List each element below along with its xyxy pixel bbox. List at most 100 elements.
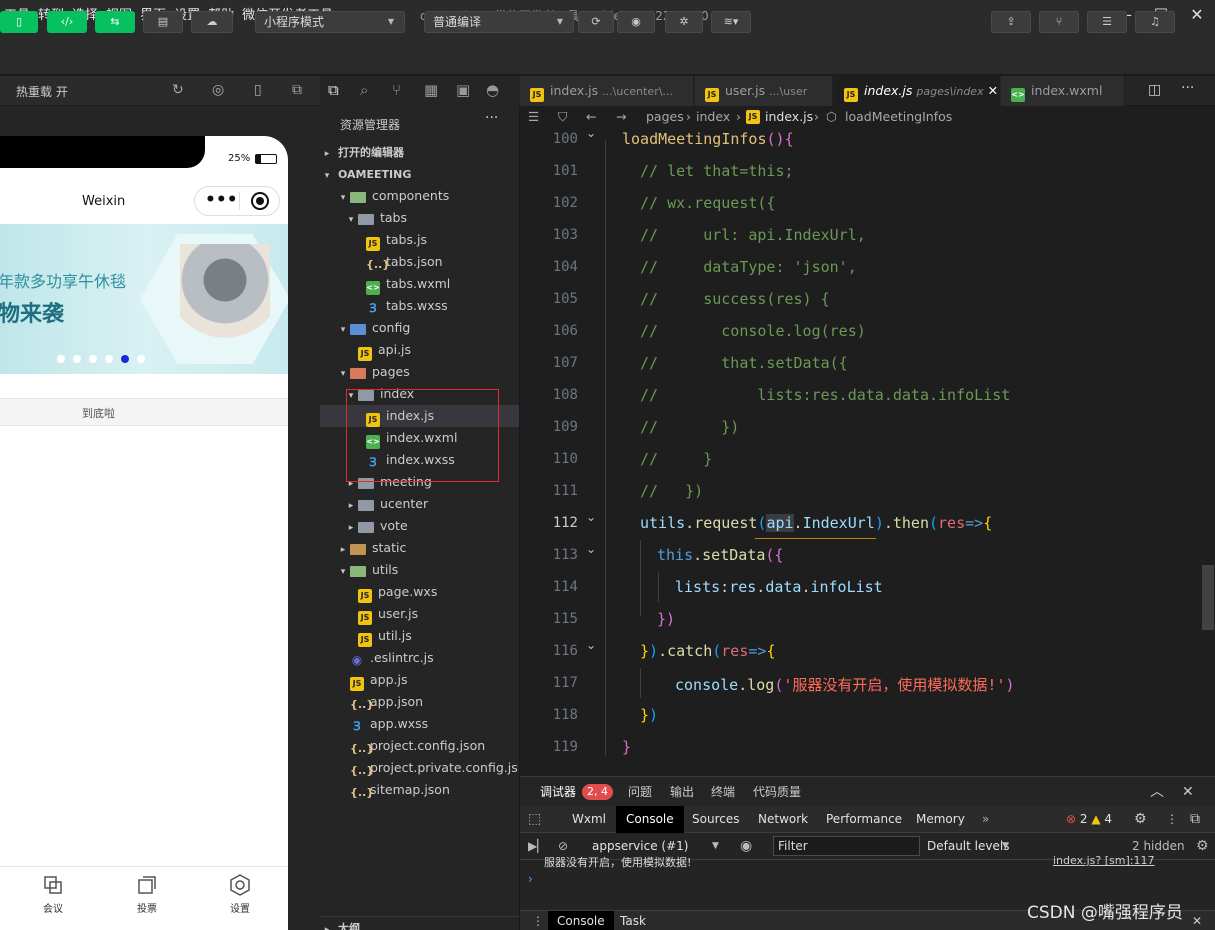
tree-file[interactable]: JS user.js (320, 603, 519, 625)
breadcrumb-index[interactable]: index (696, 106, 730, 128)
chevron-right-icon[interactable]: ▸ (344, 517, 358, 537)
swiper-dot[interactable] (137, 355, 145, 363)
tree-file[interactable]: {..}project.private.config.js... (320, 757, 519, 779)
eye-icon[interactable]: ◉ (740, 833, 752, 859)
tree-file[interactable]: {..}app.json (320, 691, 519, 713)
preview-icon[interactable]: ◉ (617, 11, 655, 33)
more-tabs-icon[interactable]: » (982, 806, 989, 833)
editor-scrollbar[interactable] (1200, 128, 1215, 776)
devtools-menu-icon[interactable]: ⋮ (1166, 806, 1178, 833)
tree-file[interactable]: <> tabs.wxml (320, 273, 519, 295)
drawer-tab-console[interactable]: Console (548, 911, 614, 930)
source-control-icon[interactable]: ⑂ (392, 81, 401, 99)
tree-folder[interactable]: ▾ components (320, 185, 519, 207)
layout-icon[interactable]: ▤ (143, 11, 183, 33)
tree-file[interactable]: {..}tabs.json (320, 251, 519, 273)
project-section[interactable]: ▾ OAMEETING (320, 163, 519, 185)
tab-network[interactable]: Network (758, 806, 808, 833)
editor-scrollbar-thumb[interactable] (1202, 565, 1214, 630)
filter-input[interactable]: Filter (773, 836, 920, 856)
tab-performance[interactable]: Performance (826, 806, 902, 833)
search-icon[interactable]: ⌕ (360, 81, 368, 99)
files-icon[interactable]: ⧉ (328, 81, 339, 99)
swiper-dot[interactable] (73, 355, 81, 363)
chevron-up-icon[interactable]: ︿ (1150, 777, 1164, 807)
editor-tab[interactable]: JS index.js ...\ucenter\... (520, 76, 694, 106)
close-capsule-icon[interactable] (251, 192, 269, 210)
close-window-icon[interactable]: ✕ (1179, 0, 1215, 32)
console-settings-icon[interactable]: ⚙ (1196, 833, 1209, 859)
tree-folder[interactable]: ▾ tabs (320, 207, 519, 229)
tree-file[interactable]: {..}project.config.json (320, 735, 519, 757)
breadcrumb-pages[interactable]: pages (646, 106, 684, 128)
tree-file[interactable]: {..}sitemap.json (320, 779, 519, 801)
error-count[interactable]: ⊗ 2 ▲ 4 (1066, 806, 1112, 833)
tab-vote[interactable]: 投票 (122, 870, 172, 915)
version-control-icon[interactable]: ⑂ (1039, 11, 1079, 33)
tree-folder[interactable]: ▾ pages (320, 361, 519, 383)
chevron-right-icon[interactable]: ▸ (336, 539, 350, 559)
editor-tab[interactable]: <> index.wxml (1001, 76, 1125, 106)
fold-chevron-icon[interactable]: ⌄ (586, 638, 596, 652)
tree-file[interactable]: Ɜtabs.wxss (320, 295, 519, 317)
tree-folder[interactable]: ▾ config (320, 317, 519, 339)
tab-meeting[interactable]: 会议 (28, 870, 78, 915)
notifications-icon[interactable]: ♫ (1135, 11, 1175, 33)
outline-section[interactable]: ▸ 大纲 (320, 916, 519, 930)
editor-more-icon[interactable]: ··· (1181, 80, 1194, 96)
tree-file[interactable]: Ɜapp.wxss (320, 713, 519, 735)
cloud-icon[interactable]: ☁ (191, 11, 233, 33)
fold-chevron-icon[interactable]: ⌄ (586, 126, 596, 140)
code-quality-tab[interactable]: 代码质量 (753, 777, 801, 807)
cache-icon[interactable]: ≋▾ (711, 11, 751, 33)
open-editors-section[interactable]: ▸ 打开的编辑器 (320, 141, 519, 163)
tree-file[interactable]: JS tabs.js (320, 229, 519, 251)
close-panel-icon[interactable]: ✕ (1182, 777, 1194, 807)
levels-select[interactable]: Default levels (927, 833, 1009, 859)
banner-swiper[interactable]: 年款多功享午休毯 物来袭 (0, 224, 288, 374)
dock-icon[interactable]: ⧉ (1190, 806, 1200, 833)
tree-folder[interactable]: ▸ static (320, 537, 519, 559)
output-tab[interactable]: 输出 (670, 777, 694, 807)
list-icon[interactable]: ☰ (528, 106, 539, 128)
terminal-tab[interactable]: 终端 (711, 777, 735, 807)
close-tab-icon[interactable]: ✕ (988, 83, 998, 98)
tab-settings[interactable]: 设置 (215, 870, 265, 915)
mode-select[interactable]: 小程序模式 ▼ (255, 11, 405, 33)
tree-file[interactable]: JS api.js (320, 339, 519, 361)
details-icon[interactable]: ☰ (1087, 11, 1127, 33)
docker-icon[interactable]: ◓ (486, 81, 499, 99)
extensions-icon[interactable]: ▦ (424, 81, 438, 99)
tree-folder[interactable]: ▸ ucenter (320, 493, 519, 515)
drawer-tab-task[interactable]: Task (620, 911, 646, 930)
popout-icon[interactable]: ⧉ (292, 82, 302, 98)
tab-memory[interactable]: Memory (916, 806, 965, 833)
device-icon[interactable]: ▯ (254, 82, 262, 98)
editor-tab[interactable]: JS user.js ...\user (695, 76, 833, 106)
chevron-down-icon[interactable]: ▾ (336, 363, 350, 383)
bookmark-icon[interactable]: ⛉ (558, 106, 567, 128)
split-editor-icon[interactable]: ◫ (1148, 82, 1161, 98)
swiper-dot[interactable] (89, 355, 97, 363)
swiper-dot[interactable] (57, 355, 65, 363)
tree-file[interactable]: JS page.wxs (320, 581, 519, 603)
more-icon[interactable]: ••• (205, 190, 238, 210)
breadcrumb-symbol[interactable]: loadMeetingInfos (845, 106, 952, 128)
drawer-menu-icon[interactable]: ⋮ (532, 911, 544, 930)
fold-chevron-icon[interactable]: ⌄ (586, 542, 596, 556)
chevron-down-icon[interactable]: ▾ (336, 187, 350, 207)
refresh-icon[interactable]: ⟳ (578, 11, 614, 33)
tab-sources[interactable]: Sources (692, 806, 739, 833)
close-drawer-icon[interactable]: ✕ (1192, 911, 1202, 930)
fold-chevron-icon[interactable]: ⌄ (586, 510, 596, 524)
swiper-dot[interactable] (105, 355, 113, 363)
editor-toggle-icon[interactable]: ‹/› (47, 11, 87, 33)
tab-wxml[interactable]: Wxml (572, 806, 606, 833)
simulator-toggle-icon[interactable]: ▯ (0, 11, 38, 33)
debugger-toggle-icon[interactable]: ⇆ (95, 11, 135, 33)
compile-select[interactable]: 普通编译 ▼ (424, 11, 574, 33)
chevron-down-icon[interactable]: ▾ (344, 209, 358, 229)
tree-file[interactable]: JS app.js (320, 669, 519, 691)
chevron-down-icon[interactable]: ▾ (336, 319, 350, 339)
tab-console[interactable]: Console (616, 806, 684, 833)
